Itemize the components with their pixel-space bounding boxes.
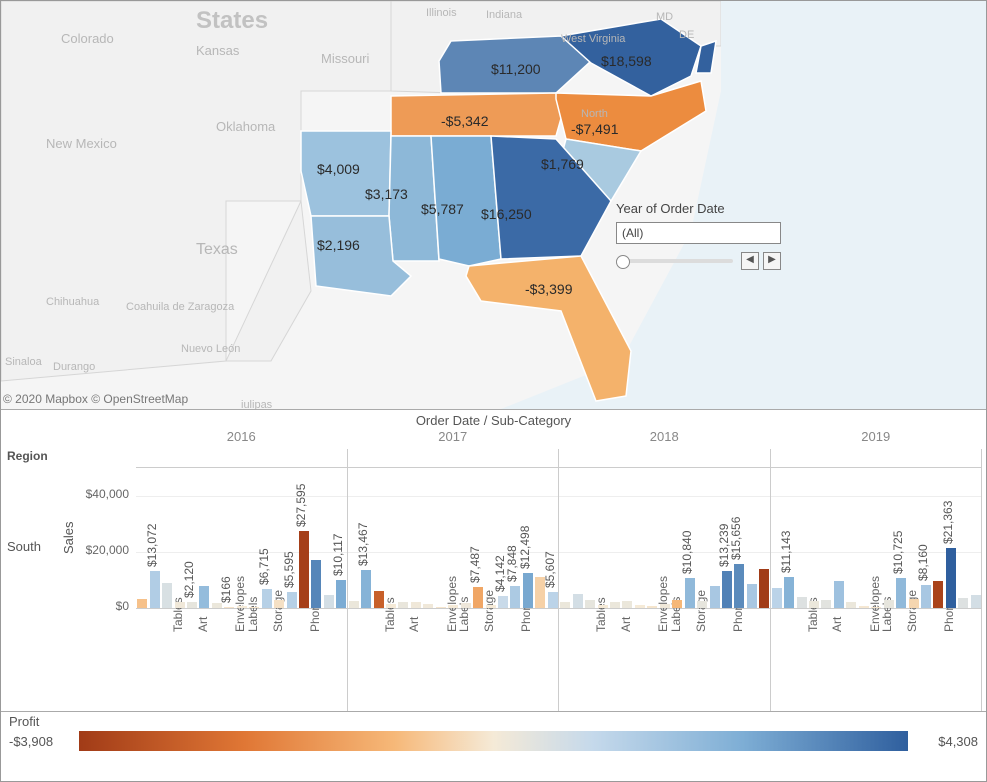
y-tick: $20,000 xyxy=(79,543,129,557)
year-group-2017: 2017 xyxy=(348,449,560,711)
slider-knob[interactable] xyxy=(616,255,630,269)
bg-state-label: Illinois xyxy=(426,7,457,19)
legend-max: $4,308 xyxy=(918,734,978,749)
year-group-2019: 2019 xyxy=(771,449,983,711)
year-group-2016: 2016 xyxy=(136,449,348,711)
bg-state-label: Sinaloa xyxy=(5,356,42,368)
state-value-label: $2,196 xyxy=(317,237,360,253)
bg-state-label: Durango xyxy=(53,361,95,373)
year-filter-slider[interactable]: ◀ ▶ xyxy=(616,252,781,270)
plot-area: $13,072Tables$2,120Art$166EnvelopesLabel… xyxy=(136,449,982,711)
y-tick: $0 xyxy=(79,599,129,613)
bg-state-label: Indiana xyxy=(486,9,522,21)
bg-state-label: Kansas xyxy=(196,43,239,58)
state-value-label: $3,173 xyxy=(365,186,408,202)
state-value-label: $16,250 xyxy=(481,206,532,222)
bg-state-label: DE xyxy=(679,29,694,41)
region-south: South xyxy=(7,539,41,554)
bg-state-label: Texas xyxy=(196,241,238,259)
state-value-label: $1,769 xyxy=(541,156,584,172)
bg-state-label: West Virginia xyxy=(561,33,625,45)
state-value-label: -$5,342 xyxy=(441,113,488,129)
bg-state-label: Colorado xyxy=(61,31,114,46)
state-value-label: -$7,491 xyxy=(571,121,618,137)
map-panel[interactable]: States Colorado Kansas Missouri Illinois Indi… xyxy=(1,1,986,410)
bg-state-label: Coahuila de Zaragoza xyxy=(126,301,234,313)
y-tick: $40,000 xyxy=(79,487,129,501)
state-value-label: $11,200 xyxy=(491,61,541,77)
bg-state-label: Missouri xyxy=(321,51,369,66)
year-label: 2018 xyxy=(559,429,770,444)
bg-state-label: North xyxy=(581,108,608,120)
columns-header: Order Date / Sub-Category xyxy=(1,413,986,428)
year-label: 2016 xyxy=(136,429,347,444)
legend-min: -$3,908 xyxy=(9,734,69,749)
state-value-label: $18,598 xyxy=(601,53,652,69)
year-filter-title: Year of Order Date xyxy=(616,201,781,216)
year-label: 2017 xyxy=(348,429,559,444)
slider-next-button[interactable]: ▶ xyxy=(763,252,781,270)
bg-state-label: Oklahoma xyxy=(216,119,275,134)
bg-state-label: Nuevo León xyxy=(181,343,240,355)
map-attribution: © 2020 Mapbox © OpenStreetMap xyxy=(3,392,188,406)
bg-state-label: MD xyxy=(656,11,673,23)
bg-state-label: Chihuahua xyxy=(46,296,99,308)
state-value-label: -$3,399 xyxy=(525,281,572,297)
state-value-label: $5,787 xyxy=(421,201,464,217)
state-value-label: $4,009 xyxy=(317,161,360,177)
year-group-2018: 2018 xyxy=(559,449,771,711)
y-axis-title: Sales xyxy=(61,521,76,554)
legend-title: Profit xyxy=(9,714,978,729)
legend-gradient xyxy=(79,731,908,751)
year-label: 2019 xyxy=(771,429,982,444)
profit-legend: Profit -$3,908 $4,308 xyxy=(1,711,986,781)
bars-panel[interactable]: Order Date / Sub-Category Region Sales S… xyxy=(1,409,986,712)
bg-state-label: States xyxy=(196,7,268,35)
year-filter: Year of Order Date (All) ◀ ▶ xyxy=(616,201,781,270)
slider-track[interactable] xyxy=(616,259,733,263)
bg-state-label: New Mexico xyxy=(46,136,117,151)
year-filter-select[interactable]: (All) xyxy=(616,222,781,244)
row-header: Region xyxy=(7,449,48,463)
slider-prev-button[interactable]: ◀ xyxy=(741,252,759,270)
